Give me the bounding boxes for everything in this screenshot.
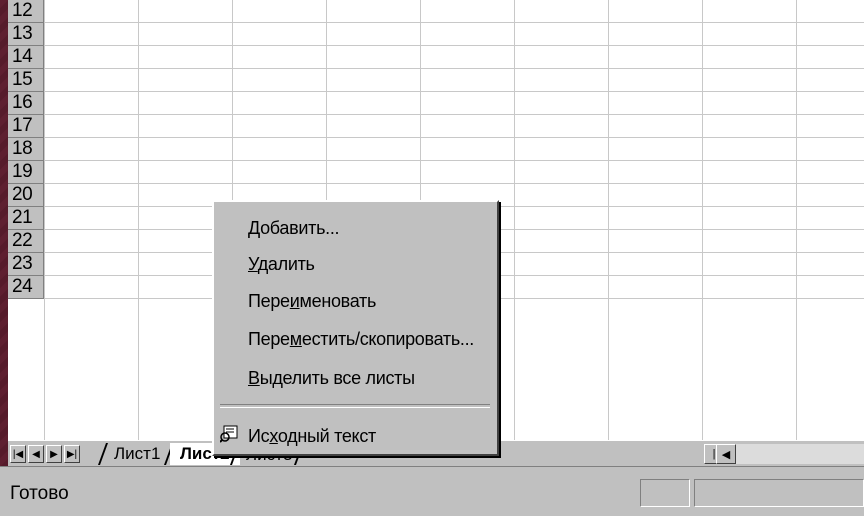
column-divider	[138, 0, 139, 440]
sheet-context-menu: Добавить... Удалить Переименовать Переме…	[212, 200, 499, 456]
column-divider	[608, 0, 609, 440]
column-divider	[44, 0, 45, 440]
row-header[interactable]: 21	[8, 207, 44, 230]
status-bar: Готово	[0, 466, 864, 516]
last-sheet-button[interactable]: ▶|	[64, 445, 80, 463]
menu-item-move-copy[interactable]: Переместить/скопировать...	[214, 323, 497, 355]
row-header[interactable]: 24	[8, 276, 44, 299]
split-icon: |	[712, 448, 716, 460]
status-panel	[640, 479, 690, 507]
row-header[interactable]: 16	[8, 92, 44, 115]
column-divider	[702, 0, 703, 440]
row-header[interactable]: 13	[8, 23, 44, 46]
column-divider	[796, 0, 797, 440]
scroll-left-button[interactable]: ◀	[716, 444, 736, 464]
left-arrow-icon: ◀	[721, 448, 731, 461]
grid-row[interactable]	[44, 138, 864, 161]
grid-row[interactable]	[44, 69, 864, 92]
first-arrow-icon: |◀	[12, 448, 24, 460]
grid-row[interactable]	[44, 23, 864, 46]
horizontal-scrollbar[interactable]	[736, 444, 864, 464]
next-sheet-button[interactable]: ▶	[46, 445, 62, 463]
row-header[interactable]: 22	[8, 230, 44, 253]
grid-row[interactable]	[44, 46, 864, 69]
column-divider	[514, 0, 515, 440]
row-header[interactable]: 17	[8, 115, 44, 138]
grid-row[interactable]	[44, 115, 864, 138]
prev-sheet-button[interactable]: ◀	[28, 445, 44, 463]
grid-row[interactable]	[44, 0, 864, 23]
menu-item-delete[interactable]: Удалить	[214, 248, 497, 280]
menu-item-add[interactable]: Добавить...	[214, 212, 497, 244]
left-arrow-icon: ◀	[32, 448, 40, 460]
first-sheet-button[interactable]: |◀	[10, 445, 26, 463]
status-panel	[694, 479, 864, 507]
row-header[interactable]: 15	[8, 69, 44, 92]
menu-item-select-all-sheets[interactable]: Выделить все листы	[214, 362, 497, 394]
row-header[interactable]: 19	[8, 161, 44, 184]
row-header[interactable]: 20	[8, 184, 44, 207]
grid-row[interactable]	[44, 92, 864, 115]
menu-item-view-code[interactable]: Исходный текст	[214, 420, 497, 452]
menu-separator	[220, 404, 490, 408]
sheet-tab-1[interactable]: Лист1	[104, 443, 170, 465]
view-code-icon	[220, 425, 238, 443]
row-header[interactable]: 18	[8, 138, 44, 161]
grid-row[interactable]	[44, 161, 864, 184]
row-header[interactable]: 12	[8, 0, 44, 23]
row-header[interactable]: 23	[8, 253, 44, 276]
row-header[interactable]: 14	[8, 46, 44, 69]
menu-item-rename[interactable]: Переименовать	[214, 285, 497, 317]
status-text: Готово	[10, 483, 69, 504]
right-arrow-icon: ▶	[50, 448, 58, 460]
last-arrow-icon: ▶|	[66, 448, 78, 460]
